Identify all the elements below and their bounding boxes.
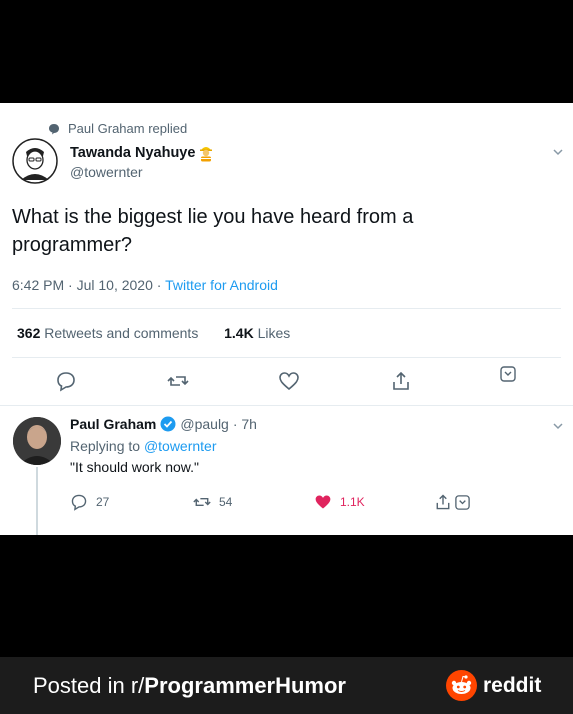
share-icon[interactable] [434,493,452,511]
tweet-meta: 6:42 PM · Jul 10, 2020 · Twitter for And… [12,277,278,293]
divider [12,357,561,358]
bookmark-icon[interactable] [454,494,471,511]
replied-indicator: Paul Graham replied [48,121,187,136]
reddit-wordmark: reddit [483,673,542,697]
replying-to: Replying to @towernter [70,438,217,454]
reddit-brand[interactable]: reddit [446,670,541,701]
retweet-icon[interactable] [167,370,189,392]
like-icon[interactable] [278,370,300,392]
likes-count[interactable]: 1.4K [224,325,254,341]
replying-to-link[interactable]: @towernter [144,438,217,454]
engagement-stats: 362 Retweets and comments 1.4K Likes [17,325,290,341]
avatar[interactable] [13,417,61,465]
tweet-card: Paul Graham replied Tawanda Nyahuye @tow… [0,103,573,535]
reply-replies-count: 27 [96,495,110,509]
reply-icon[interactable] [70,493,88,511]
divider [0,405,573,406]
reply-replies-action[interactable]: 27 [70,493,109,511]
reply-icon[interactable] [55,370,77,392]
reddit-footer: Posted in r/ProgrammerHumor reddit [0,657,573,714]
reply-likes-action[interactable]: 1.1K [314,493,365,511]
reply-share-action [434,493,471,511]
divider [12,308,561,309]
tweet-time[interactable]: 6:42 PM · Jul 10, 2020 · [12,277,161,293]
speech-bubble-icon [49,123,59,134]
chevron-down-icon[interactable] [551,419,565,433]
reply-author-row: Paul Graham @paulg · 7h [70,416,257,432]
likes-label[interactable]: Likes [258,325,291,341]
tweet-source[interactable]: Twitter for Android [165,277,278,293]
retweets-label[interactable]: Retweets and comments [44,325,198,341]
reply-text: "It should work now." [70,459,200,475]
bookmark-icon[interactable] [499,365,517,383]
retweet-icon[interactable] [193,493,211,511]
reply-likes-count: 1.1K [340,495,365,509]
replying-prefix: Replying to [70,438,141,454]
retweets-count[interactable]: 362 [17,325,40,341]
reply-retweets-action[interactable]: 54 [193,493,232,511]
reply-time[interactable]: · 7h [233,416,257,432]
replied-label: Paul Graham replied [68,121,188,136]
reddit-logo-icon [446,670,477,701]
avatar[interactable] [12,138,58,184]
reply-author-name[interactable]: Paul Graham [70,416,156,432]
posted-prefix: Posted in r/ [33,673,145,698]
subreddit-name[interactable]: ProgrammerHumor [144,673,346,698]
reply-retweets-count: 54 [219,495,233,509]
author-name-row: Tawanda Nyahuye [70,144,214,162]
author-handle[interactable]: @towernter [70,164,143,180]
verified-badge-icon [160,416,176,432]
author-name[interactable]: Tawanda Nyahuye [70,145,195,161]
construction-worker-emoji-icon [200,147,213,162]
heart-filled-icon[interactable] [314,493,332,511]
share-icon[interactable] [390,370,412,392]
reply-author-handle[interactable]: @paulg [180,416,228,432]
thread-line [36,467,38,535]
chevron-down-icon[interactable] [551,145,565,159]
tweet-text: What is the biggest lie you have heard f… [12,206,414,256]
posted-in: Posted in r/ProgrammerHumor [33,673,346,699]
